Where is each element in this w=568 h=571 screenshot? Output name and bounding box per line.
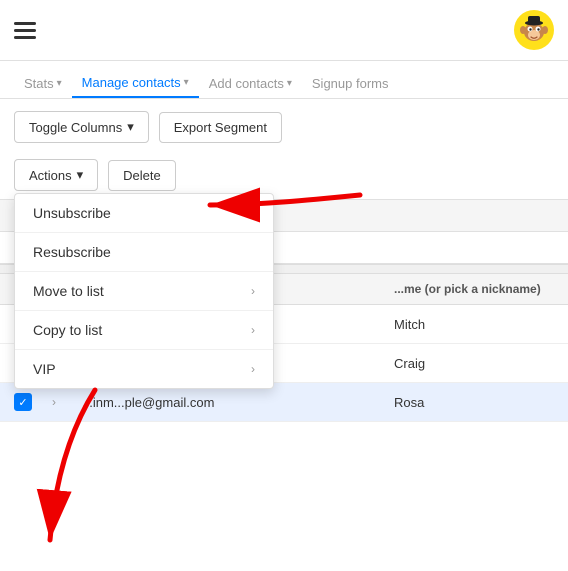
chevron-down-icon: ▾ [77, 167, 84, 183]
chevron-right-icon: › [251, 323, 255, 337]
actions-row: Actions ▾ Delete Unsubscribe Resubscribe… [0, 155, 568, 199]
header [0, 0, 568, 61]
chevron-right-icon: › [251, 284, 255, 298]
row-checkbox[interactable]: ✓ [14, 393, 32, 411]
dropdown-item-copy-to-list[interactable]: Copy to list › [15, 311, 273, 350]
chevron-down-icon: ▾ [184, 77, 189, 88]
email-cell: ...inm...ple@gmail.com [82, 395, 384, 410]
name-cell: Craig [394, 356, 554, 371]
dropdown-item-move-to-list[interactable]: Move to list › [15, 272, 273, 311]
header-name-col: ...me (or pick a nickname) [394, 282, 554, 296]
actions-button[interactable]: Actions ▾ [14, 159, 98, 191]
toggle-columns-button[interactable]: Toggle Columns ▾ [14, 111, 149, 143]
mailchimp-logo [514, 10, 554, 50]
nav-item-stats[interactable]: Stats ▾ [14, 69, 72, 98]
chevron-right-icon: › [251, 362, 255, 376]
dropdown-item-unsubscribe[interactable]: Unsubscribe [15, 194, 273, 233]
dropdown-item-resubscribe[interactable]: Resubscribe [15, 233, 273, 272]
toolbar: Toggle Columns ▾ Export Segment [0, 99, 568, 155]
name-cell: Rosa [394, 395, 554, 410]
nav-bar: Stats ▾ Manage contacts ▾ Add contacts ▾… [0, 61, 568, 99]
chevron-down-icon: ▾ [57, 78, 62, 89]
dropdown-item-vip[interactable]: VIP › [15, 350, 273, 388]
nav-item-manage-contacts[interactable]: Manage contacts ▾ [72, 69, 199, 98]
chevron-down-icon: ▾ [287, 78, 292, 89]
actions-dropdown-menu: Unsubscribe Resubscribe Move to list › C… [14, 193, 274, 389]
nav-item-add-contacts[interactable]: Add contacts ▾ [199, 69, 302, 98]
chevron-down-icon: ▾ [127, 119, 134, 135]
row-expand-chevron[interactable]: › [52, 395, 72, 409]
name-cell: Mitch [394, 317, 554, 332]
row-checkbox-col: ✓ [14, 393, 42, 411]
export-segment-button[interactable]: Export Segment [159, 112, 282, 143]
nav-item-signup-forms[interactable]: Signup forms [302, 69, 399, 98]
hamburger-menu-icon[interactable] [14, 22, 36, 39]
delete-button[interactable]: Delete [108, 160, 176, 191]
